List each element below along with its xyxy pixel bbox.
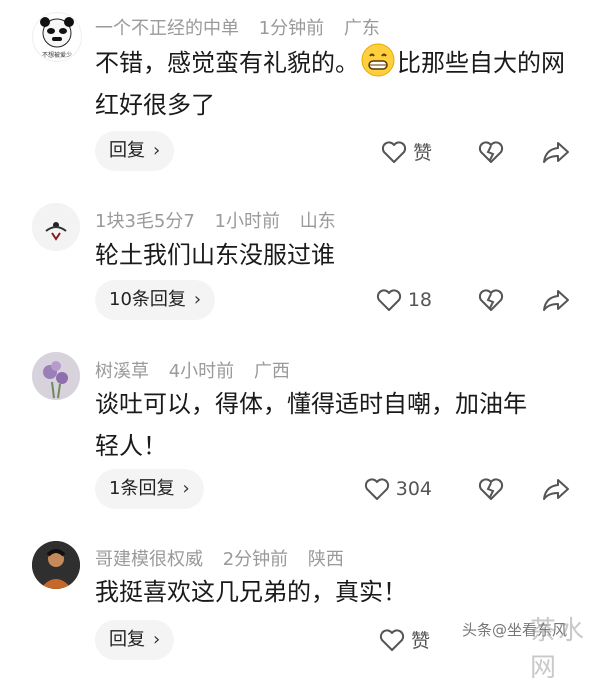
dislike-button[interactable] — [478, 140, 504, 164]
avatar-caption: 不想被爱少 — [41, 52, 72, 59]
username[interactable]: 一个不正经的中单 — [95, 18, 239, 39]
chevron-right-icon: › — [153, 140, 161, 161]
comment-text: 轮土我们山东没服过谁 — [95, 241, 335, 269]
location: 广东 — [343, 18, 380, 39]
replies-button[interactable]: 10条回复 › — [95, 280, 216, 320]
chevron-right-icon: › — [182, 478, 190, 499]
chevron-right-icon: › — [193, 289, 202, 310]
timestamp: 2分钟前 — [222, 549, 289, 570]
timestamp: 1分钟前 — [258, 18, 325, 39]
share-button[interactable] — [542, 288, 570, 312]
timestamp: 4小时前 — [168, 361, 235, 382]
comment-text: 我挺喜欢这几兄弟的，真实！ — [95, 578, 407, 606]
comment-actions: 18 — [376, 288, 570, 312]
comment-meta: 哥建模很权威 2分钟前 陕西 — [95, 545, 358, 571]
avatar[interactable] — [32, 203, 80, 251]
dancer-avatar — [32, 203, 80, 251]
avatar[interactable] — [32, 541, 80, 589]
share-icon — [543, 479, 569, 500]
comment-meta: 树溪草 4小时前 广西 — [95, 357, 304, 383]
broken-heart-icon — [478, 478, 504, 500]
comment-actions: 304 — [364, 477, 570, 501]
comment-actions: 赞 — [379, 626, 430, 653]
replies-button[interactable]: 1条回复 › — [95, 469, 204, 509]
username[interactable]: 1块3毛5分7 — [95, 211, 195, 232]
heart-icon — [379, 628, 405, 651]
heart-icon — [364, 478, 389, 500]
dislike-button[interactable] — [478, 288, 504, 312]
watermark-logo: 茶水网 — [530, 616, 587, 683]
photo-avatar — [32, 541, 80, 589]
like-button[interactable]: 赞 — [379, 626, 430, 653]
share-icon — [543, 290, 569, 311]
location: 广西 — [253, 361, 290, 382]
like-button[interactable]: 304 — [364, 477, 432, 501]
location: 山东 — [299, 211, 336, 232]
comment-actions: 赞 — [381, 138, 570, 165]
comment-meta: 1块3毛5分7 1小时前 山东 — [95, 207, 350, 233]
broken-heart-icon — [478, 140, 504, 163]
timestamp: 1小时前 — [214, 211, 280, 232]
chevron-right-icon: › — [153, 629, 161, 650]
comment-meta: 一个不正经的中单 1分钟前 广东 — [95, 14, 394, 40]
username[interactable]: 哥建模很权威 — [95, 549, 203, 570]
reply-button[interactable]: 回复 › — [95, 620, 175, 660]
broken-heart-icon — [478, 289, 504, 311]
flower-avatar — [32, 352, 80, 400]
dislike-button[interactable] — [478, 477, 504, 501]
username[interactable]: 树溪草 — [95, 361, 149, 382]
grinning-emoji-icon — [361, 43, 395, 77]
like-button[interactable]: 18 — [376, 288, 432, 312]
share-button[interactable] — [542, 477, 570, 501]
comment-text: 谈吐可以，得体，懂得适时自嘲，加油年轻人！ — [95, 390, 527, 460]
heart-icon — [376, 289, 401, 311]
reply-button[interactable]: 回复 › — [95, 131, 175, 171]
like-button[interactable]: 赞 — [381, 138, 432, 165]
location: 陕西 — [307, 549, 344, 570]
heart-icon — [381, 140, 407, 163]
share-icon — [543, 141, 569, 163]
comment-text: 不错，感觉蛮有礼貌的。 比那些自大的网红好很多了 — [95, 42, 575, 126]
avatar[interactable] — [32, 352, 80, 400]
share-button[interactable] — [542, 140, 570, 164]
